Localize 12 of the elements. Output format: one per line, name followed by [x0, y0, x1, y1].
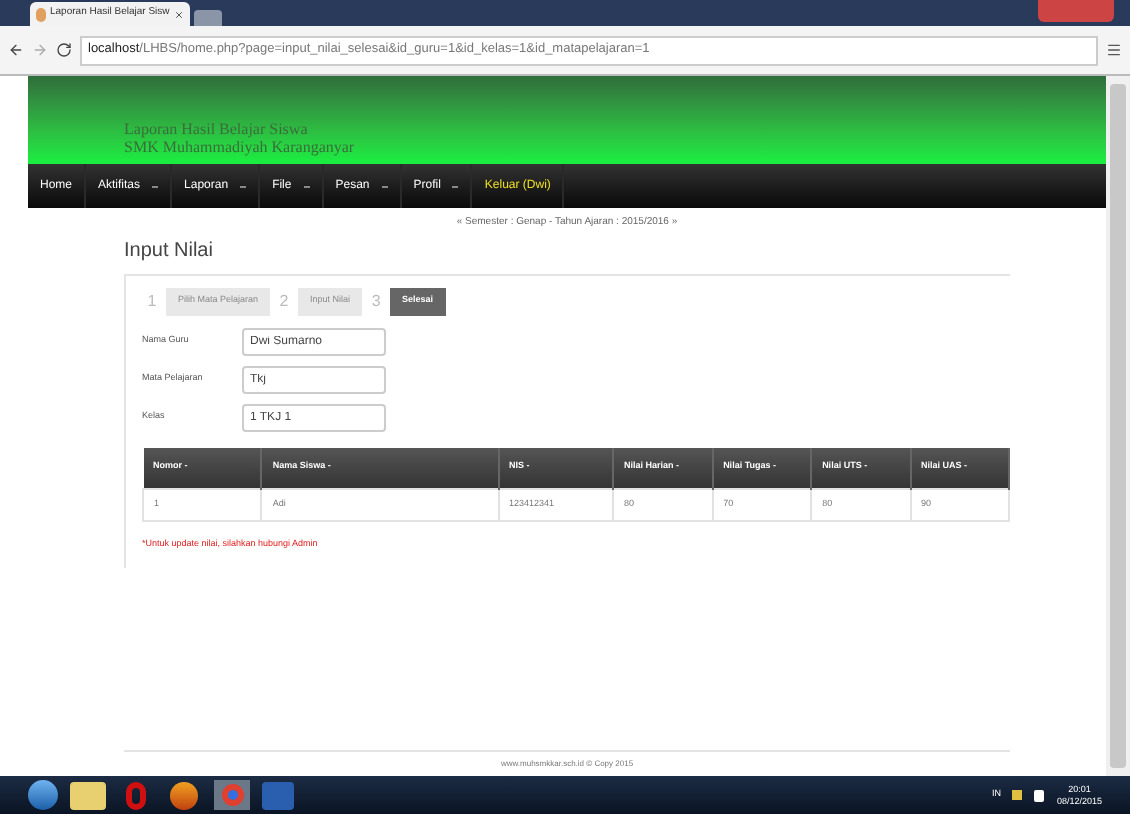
- reload-icon[interactable]: [56, 42, 72, 58]
- step-number: 3: [369, 289, 383, 313]
- back-icon[interactable]: [8, 42, 24, 58]
- site-subtitle: SMK Muhammadiyah Karanganyar: [124, 138, 357, 156]
- site-title: Laporan Hasil Belajar Siswa: [124, 120, 310, 138]
- step-number: 2: [277, 289, 291, 313]
- step-number: 1: [145, 289, 159, 313]
- menu-icon[interactable]: [1106, 42, 1122, 58]
- scrollbar[interactable]: [1106, 76, 1130, 776]
- start-button[interactable]: [28, 780, 58, 810]
- page-icon: [36, 7, 46, 21]
- page-title: Input Nilai: [124, 237, 215, 265]
